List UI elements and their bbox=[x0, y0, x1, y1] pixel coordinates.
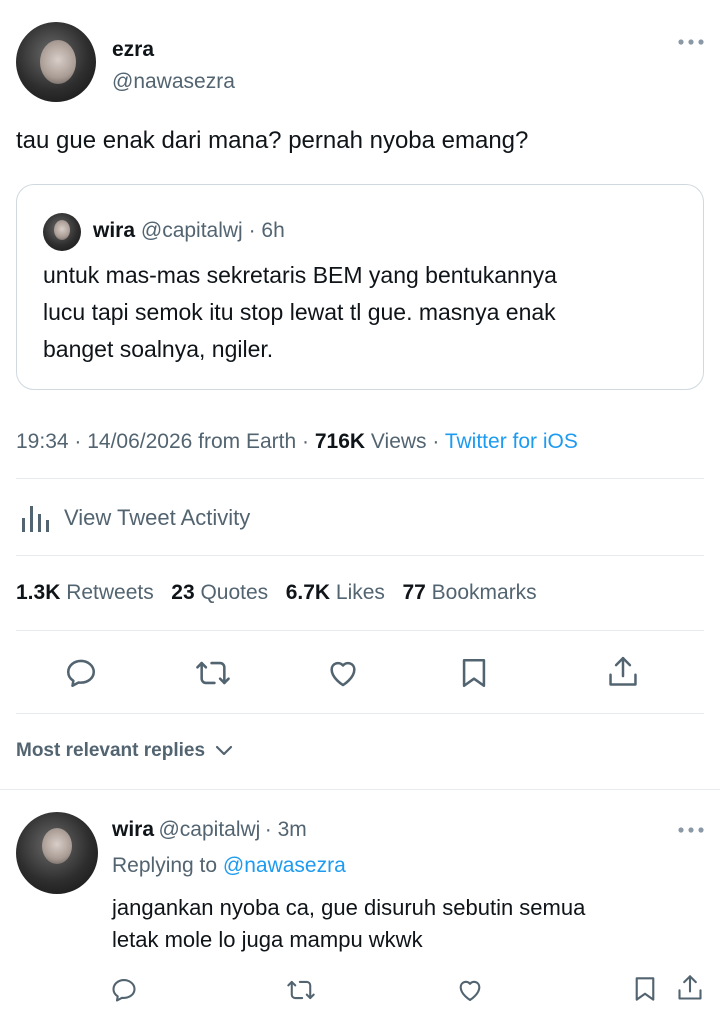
quote-author-name: wira bbox=[93, 219, 136, 242]
reply-text-line: jangankan nyoba ca, gue disuruh sebutin … bbox=[112, 895, 586, 920]
divider bbox=[16, 630, 704, 631]
reply-icon[interactable] bbox=[64, 656, 98, 690]
quote-time: · 6h bbox=[248, 219, 285, 242]
reply-text: jangankan nyoba ca, gue disuruh sebutin … bbox=[112, 892, 585, 956]
retweet-icon[interactable] bbox=[194, 656, 232, 690]
reply-author-handle[interactable]: @capitalwj bbox=[158, 818, 260, 841]
quote-text-line: banget soalnya, ngiler. bbox=[43, 336, 274, 362]
divider bbox=[16, 713, 704, 714]
views-label: Views · bbox=[370, 430, 440, 453]
divider bbox=[0, 789, 720, 790]
reply-like-icon[interactable] bbox=[456, 976, 484, 1004]
share-icon[interactable] bbox=[606, 654, 640, 690]
author-avatar[interactable] bbox=[16, 22, 96, 102]
replies-sort-dropdown[interactable]: Most relevant replies bbox=[16, 740, 234, 762]
engagement-stats: 1.3K Retweets 23 Quotes 6.7K Likes 77 Bo… bbox=[16, 581, 537, 605]
quotes-stat[interactable]: 23 Quotes bbox=[171, 581, 268, 604]
reply-author-avatar[interactable] bbox=[16, 812, 98, 894]
like-icon[interactable] bbox=[326, 656, 360, 690]
replying-to: Replying to @nawasezra bbox=[112, 854, 346, 878]
reply-bookmark-icon[interactable] bbox=[632, 974, 658, 1004]
quote-text-line: lucu tapi semok itu stop lewat tl gue. m… bbox=[43, 299, 556, 325]
reply-more-icon[interactable] bbox=[678, 826, 704, 834]
tweet-timestamp: 19:34 · 14/06/2026 from Earth · bbox=[16, 430, 310, 453]
divider bbox=[16, 555, 704, 556]
quote-author-avatar bbox=[43, 213, 81, 251]
reply-time: · 3m bbox=[264, 818, 307, 841]
quoted-tweet[interactable]: wira @capitalwj · 6h untuk mas-mas sekre… bbox=[16, 184, 704, 390]
views-count: 716K bbox=[314, 430, 366, 453]
replying-to-label: Replying to bbox=[112, 854, 218, 877]
divider bbox=[16, 478, 704, 479]
retweets-stat[interactable]: 1.3K Retweets bbox=[16, 581, 154, 604]
tweet-text: tau gue enak dari mana? pernah nyoba ema… bbox=[16, 127, 529, 154]
reply-reply-icon[interactable] bbox=[110, 976, 138, 1004]
tweet-meta: 19:34 · 14/06/2026 from Earth · 716K Vie… bbox=[16, 430, 578, 454]
author-handle[interactable]: @nawasezra bbox=[112, 70, 235, 94]
more-horizontal-icon[interactable] bbox=[678, 38, 704, 46]
replying-to-handle[interactable]: @nawasezra bbox=[223, 854, 346, 877]
replies-sort-label: Most relevant replies bbox=[16, 740, 206, 761]
bookmark-icon[interactable] bbox=[458, 656, 490, 690]
quote-text-line: untuk mas-mas sekretaris BEM yang bentuk… bbox=[43, 262, 557, 288]
reply-retweet-icon[interactable] bbox=[286, 976, 316, 1004]
bookmarks-stat[interactable]: 77 Bookmarks bbox=[402, 581, 536, 604]
reply-share-icon[interactable] bbox=[676, 972, 704, 1004]
reply-author-name[interactable]: wira bbox=[112, 818, 154, 841]
quote-author-handle: @capitalwj bbox=[140, 219, 243, 242]
likes-stat[interactable]: 6.7K Likes bbox=[286, 581, 385, 604]
tweet-source-link[interactable]: Twitter for iOS bbox=[445, 430, 578, 453]
bar-chart-icon[interactable] bbox=[20, 500, 52, 534]
view-tweet-activity-link[interactable]: View Tweet Activity bbox=[64, 505, 250, 531]
author-name[interactable]: ezra bbox=[112, 38, 154, 62]
chevron-down-icon bbox=[214, 744, 234, 758]
quote-text: untuk mas-mas sekretaris BEM yang bentuk… bbox=[43, 257, 693, 368]
reply-text-line: letak mole lo juga mampu wkwk bbox=[112, 927, 423, 952]
